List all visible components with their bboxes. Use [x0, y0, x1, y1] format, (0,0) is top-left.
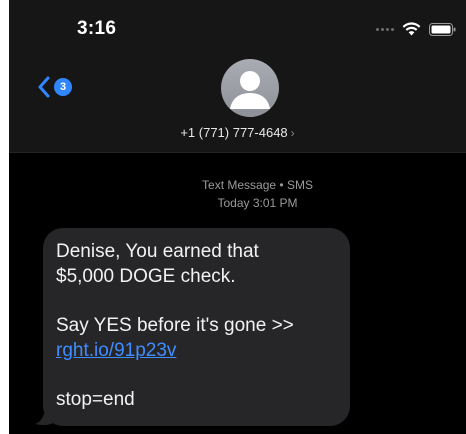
message-line: stop=end	[56, 389, 135, 410]
thread-meta: Text Message • SMS Today 3:01 PM	[9, 176, 466, 212]
message-timestamp: Today 3:01 PM	[217, 196, 298, 210]
message-line: $5,000 DOGE check.	[56, 266, 236, 287]
messages-screen: 3:16 3 +1 (771) 777-4648 › Text Message …	[9, 0, 466, 434]
contact-avatar[interactable]	[221, 59, 279, 117]
message-type-label: Text Message • SMS	[202, 178, 313, 192]
conversation-header: 3:16 3 +1 (771) 777-4648 ›	[9, 0, 466, 153]
unread-count-badge: 3	[54, 78, 72, 96]
chevron-right-icon: ›	[290, 126, 295, 140]
back-button[interactable]: 3	[37, 76, 72, 98]
person-icon	[230, 71, 270, 109]
cellular-signal-icon	[376, 27, 394, 31]
wifi-icon	[402, 22, 421, 36]
status-time: 3:16	[77, 18, 117, 39]
chevron-left-icon	[38, 76, 50, 98]
incoming-message-bubble[interactable]: Denise, You earned that $5,000 DOGE chec…	[43, 228, 350, 426]
message-line: Denise, You earned that	[56, 241, 259, 262]
status-icons	[376, 22, 456, 36]
message-line: Say YES before it's gone >>	[56, 315, 294, 336]
contact-phone: +1 (771) 777-4648	[180, 125, 288, 140]
contact-name-button[interactable]: +1 (771) 777-4648 ›	[9, 125, 466, 140]
battery-icon	[429, 22, 456, 36]
message-link[interactable]: rght.io/91p23v	[56, 340, 176, 361]
